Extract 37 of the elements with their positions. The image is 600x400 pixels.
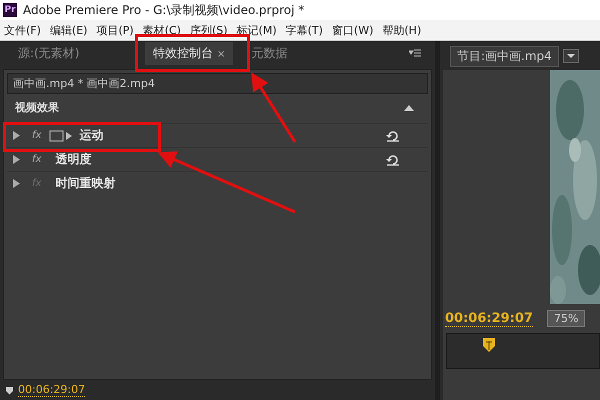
panel-menu-icon[interactable] [409,49,421,57]
shield-icon [5,386,14,394]
timecode: 00:06:29:07 [18,383,86,397]
fx-toggle[interactable]: fx [32,130,44,141]
playhead-icon[interactable] [483,338,495,352]
zoom-dropdown[interactable]: 75% [546,310,586,327]
clip-header: 画中画.mp4 * 画中画2.mp4 [7,73,428,94]
fx-toggle[interactable]: fx [32,154,44,165]
effect-name: 时间重映射 [55,175,116,192]
window-title: Adobe Premiere Pro - G:\录制视频\video.prproj * [23,2,304,18]
close-icon[interactable]: × [217,49,226,60]
panel-tab[interactable]: 元数据 [237,42,296,65]
reset-icon[interactable] [386,154,400,166]
effect-name: 透明度 [55,151,92,168]
expand-icon[interactable] [13,131,20,140]
collapse-icon[interactable] [404,104,414,110]
menu-item[interactable]: 帮助(H) [382,22,422,38]
app-icon: Pr [3,3,17,17]
effect-name: 运动 [79,127,104,144]
menu-item[interactable]: 项目(P) [96,22,134,38]
transform-icon[interactable] [49,130,74,142]
timecode: 00:06:29:07 [445,310,533,326]
effect-row[interactable]: fx 透明度 [7,147,428,171]
arrow [251,72,296,143]
expand-icon[interactable] [13,179,20,188]
program-monitor-tab[interactable]: 节目:画中画.mp4 [450,46,559,66]
dropdown-icon[interactable] [562,49,579,63]
effect-row[interactable]: fx 运动 [7,123,428,147]
reset-icon[interactable] [386,130,400,142]
menu-item[interactable]: 编辑(E) [50,22,88,38]
menu-item[interactable]: 文件(F) [4,22,41,38]
menu-item[interactable]: 字幕(T) [286,22,323,38]
menu-item[interactable]: 窗口(W) [332,22,374,38]
panel-tab[interactable]: 源:(无素材) [6,42,141,65]
panel-tab[interactable]: 特效控制台 × [145,42,234,65]
expand-icon[interactable] [13,155,20,164]
section-title: 视频效果 [15,100,59,115]
